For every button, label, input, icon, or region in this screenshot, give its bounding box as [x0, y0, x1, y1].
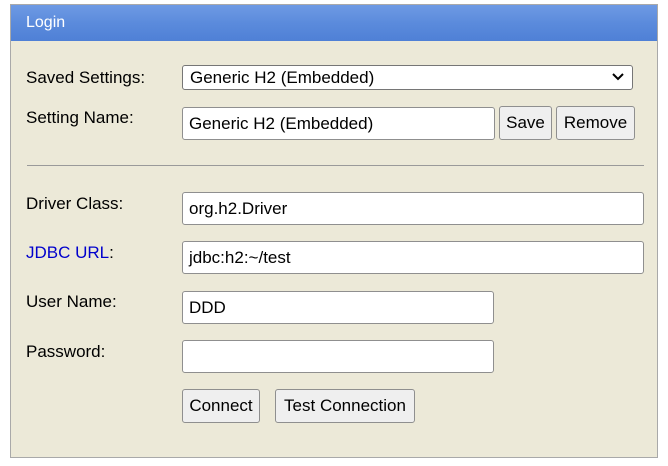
divider — [27, 165, 644, 166]
jdbc-url-input[interactable]: jdbc:h2:~/test — [182, 241, 644, 274]
chevron-down-icon — [612, 73, 624, 81]
panel-header: Login — [11, 5, 657, 41]
jdbc-url-link[interactable]: JDBC URL — [26, 243, 109, 262]
setting-name-input[interactable]: Generic H2 (Embedded) — [182, 107, 495, 140]
login-panel: Login Saved Settings: Generic H2 (Embedd… — [10, 4, 658, 458]
driver-class-input[interactable]: org.h2.Driver — [182, 192, 644, 225]
save-button[interactable]: Save — [499, 106, 552, 140]
saved-settings-label: Saved Settings: — [26, 68, 146, 87]
jdbc-url-label: JDBC URL: — [26, 243, 114, 263]
setting-name-label: Setting Name: — [26, 108, 134, 127]
user-name-input[interactable]: DDD — [182, 291, 494, 324]
password-input[interactable] — [182, 340, 494, 373]
password-label: Password: — [26, 342, 106, 361]
driver-class-label: Driver Class: — [26, 194, 124, 213]
remove-button[interactable]: Remove — [556, 106, 635, 140]
jdbc-url-label-colon: : — [109, 243, 114, 262]
saved-settings-value: Generic H2 (Embedded) — [190, 68, 375, 87]
saved-settings-select[interactable]: Generic H2 (Embedded) — [182, 65, 633, 90]
panel-title: Login — [26, 14, 66, 31]
connect-button[interactable]: Connect — [182, 389, 260, 423]
user-name-label: User Name: — [26, 292, 117, 311]
test-connection-button[interactable]: Test Connection — [275, 389, 415, 423]
